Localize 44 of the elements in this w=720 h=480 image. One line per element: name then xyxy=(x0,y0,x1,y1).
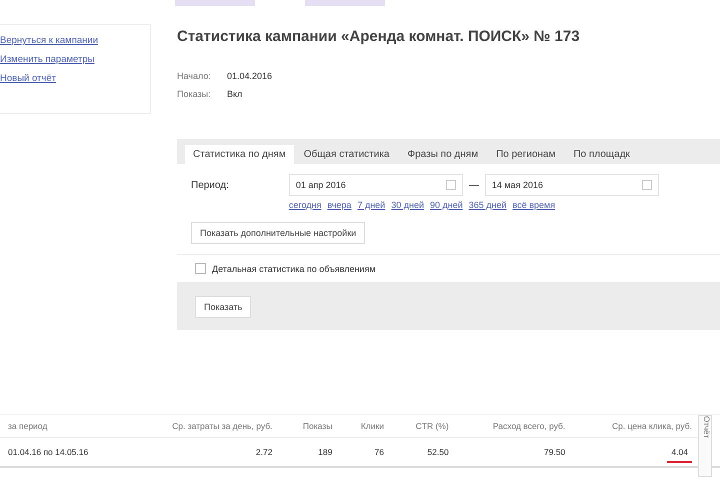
table-cell: 52.50 xyxy=(427,447,449,457)
period-link[interactable]: 90 дней xyxy=(430,200,463,210)
table-cell: 76 xyxy=(374,447,384,457)
tab[interactable]: Общая статистика xyxy=(296,145,398,164)
sidebar-link[interactable]: Новый отчёт xyxy=(0,73,150,84)
table-cell: 01.04.16 по 14.05.16 xyxy=(8,447,88,457)
period-link[interactable]: всё время xyxy=(512,200,556,210)
info-label: Показы: xyxy=(177,89,212,99)
checkbox[interactable] xyxy=(195,263,206,274)
sidebar-link[interactable]: Изменить параметры xyxy=(0,54,150,65)
tab[interactable]: По площадк xyxy=(565,145,638,164)
info-value: Вкл xyxy=(227,89,242,99)
column-header: Расход всего, руб. xyxy=(456,415,574,438)
calendar-icon[interactable] xyxy=(446,180,456,190)
sidebar-link[interactable]: Вернуться к кампании xyxy=(0,35,150,46)
info-value: 01.04.2016 xyxy=(227,71,272,81)
checkbox-label: Детальная статистика по объявлениям xyxy=(212,264,376,274)
calendar-icon[interactable] xyxy=(642,180,652,190)
period-link[interactable]: вчера xyxy=(327,200,352,210)
table-cell: 189 xyxy=(318,447,332,457)
table-cell: 79.50 xyxy=(544,447,566,457)
period-label: Период: xyxy=(191,179,229,193)
column-header: Показы xyxy=(280,415,340,438)
column-header: за период xyxy=(0,415,127,438)
table-cell: 2.72 xyxy=(256,447,272,457)
period-link[interactable]: 7 дней xyxy=(357,200,386,210)
side-tab[interactable]: Отчёт xyxy=(698,415,712,477)
period-link[interactable]: сегодня xyxy=(288,200,322,210)
tab[interactable]: Фразы по дням xyxy=(400,145,486,164)
period-link[interactable]: 30 дней xyxy=(391,200,424,210)
tab[interactable]: Статистика по дням xyxy=(185,145,294,164)
tab[interactable]: По регионам xyxy=(488,145,564,164)
period-link[interactable]: 365 дней xyxy=(468,200,507,210)
info-label: Начало: xyxy=(177,71,212,81)
column-header: Ср. затраты за день, руб. xyxy=(126,415,280,438)
show-button[interactable]: Показать xyxy=(195,296,252,318)
page-title: Статистика кампании «Аренда комнат. ПОИСК» № 173 xyxy=(177,28,581,45)
column-header: CTR (%) xyxy=(392,415,457,438)
table-cell: 4.04 xyxy=(667,447,692,463)
column-header: Клики xyxy=(340,415,392,438)
settings-button[interactable]: Показать дополнительные настройки xyxy=(191,222,366,244)
date-field[interactable]: 01 апр 2016 xyxy=(288,174,463,196)
date-field[interactable]: 14 мая 2016 xyxy=(484,174,659,196)
dash-icon xyxy=(468,184,479,186)
